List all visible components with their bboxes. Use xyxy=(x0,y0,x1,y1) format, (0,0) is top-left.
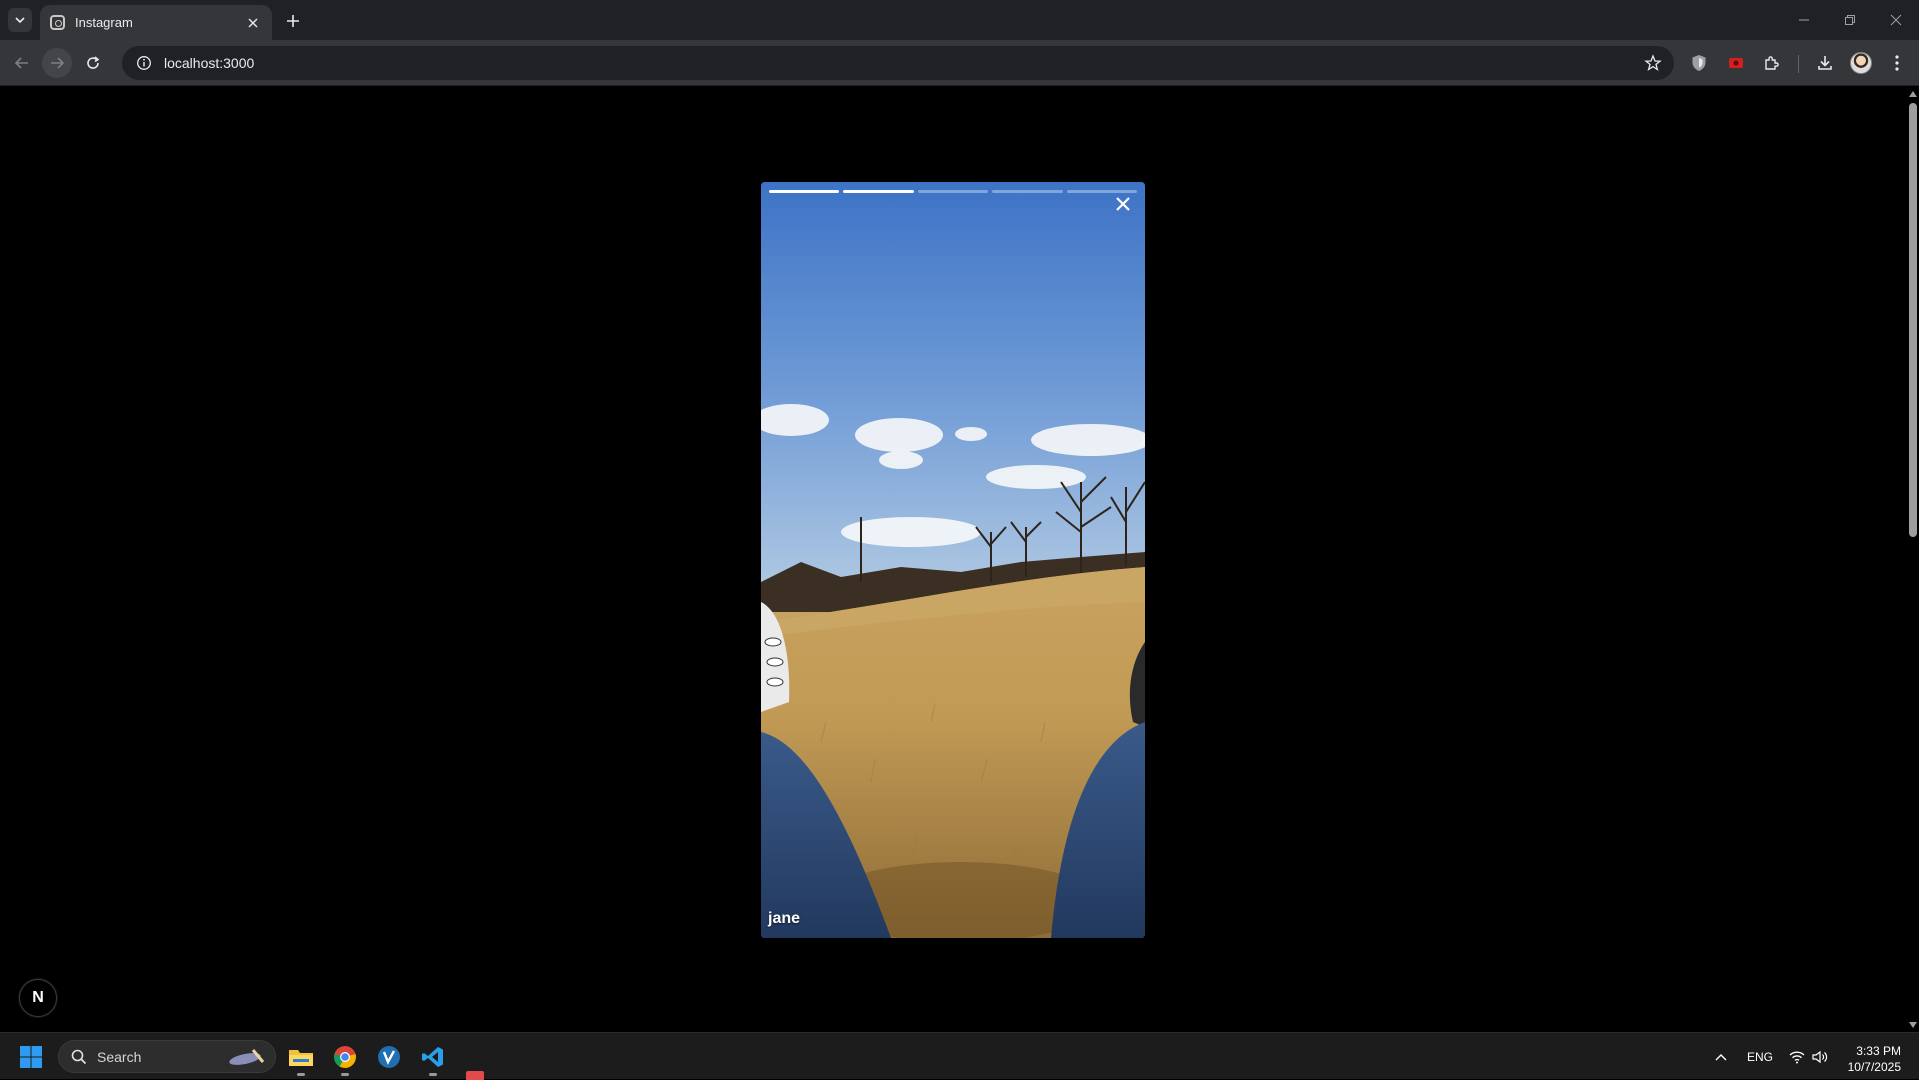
tab-title: Instagram xyxy=(75,15,133,30)
tab-search-button[interactable] xyxy=(8,8,32,32)
more-vertical-icon xyxy=(1895,55,1899,71)
minimize-icon xyxy=(1799,19,1809,21)
windows-logo-icon xyxy=(20,1046,42,1068)
minimize-button[interactable] xyxy=(1781,0,1827,40)
tab-close-button[interactable] xyxy=(244,14,262,32)
app-running-indicator xyxy=(429,1073,437,1076)
v-app-icon xyxy=(378,1046,400,1068)
address-bar[interactable]: localhost:3000 xyxy=(122,46,1674,80)
profile-button[interactable] xyxy=(1846,48,1876,78)
toolbar-separator xyxy=(1798,55,1799,73)
vscode-icon xyxy=(422,1047,443,1067)
forward-button[interactable] xyxy=(42,48,72,78)
taskbar-chrome[interactable] xyxy=(328,1040,362,1076)
bookmark-star-button[interactable] xyxy=(1644,54,1662,77)
chevron-down-icon xyxy=(15,17,25,24)
clock-date: 10/7/2025 xyxy=(1847,1060,1901,1074)
shield-icon xyxy=(1692,55,1706,71)
nextjs-dev-indicator[interactable]: N xyxy=(19,979,57,1017)
taskbar-vscode-alt[interactable] xyxy=(372,1040,406,1074)
dev-badge-letter: N xyxy=(32,989,44,1006)
taskbar-file-explorer[interactable] xyxy=(284,1040,318,1076)
story-viewer[interactable]: jane xyxy=(761,182,1145,938)
back-button[interactable] xyxy=(7,48,37,78)
folder-icon xyxy=(289,1050,313,1066)
scroll-down-arrow[interactable] xyxy=(1909,1022,1917,1028)
windows-taskbar: Search ENG 3:33 PM 10/7/2025 xyxy=(0,1032,1919,1080)
browser-menu-button[interactable] xyxy=(1882,48,1912,78)
reload-button[interactable] xyxy=(78,48,108,78)
star-icon xyxy=(1644,54,1662,71)
story-progress-segment xyxy=(917,190,989,193)
close-window-button[interactable] xyxy=(1873,0,1919,40)
show-hidden-icons-button[interactable] xyxy=(1704,1040,1738,1074)
browser-toolbar: localhost:3000 xyxy=(0,40,1919,86)
story-progress-segment xyxy=(769,190,840,193)
close-icon xyxy=(1116,197,1130,211)
story-progress-fill xyxy=(843,190,914,193)
story-progress-segment xyxy=(843,190,914,193)
plus-icon xyxy=(287,15,299,27)
restore-button[interactable] xyxy=(1827,0,1873,40)
story-username[interactable]: jane xyxy=(768,910,800,928)
extensions-button[interactable] xyxy=(1757,48,1787,78)
search-icon xyxy=(71,1049,87,1064)
speaker-icon xyxy=(1812,1050,1828,1064)
clock-time: 3:33 PM xyxy=(1856,1044,1901,1058)
reload-icon xyxy=(87,56,100,69)
download-icon xyxy=(1818,56,1832,70)
chevron-up-icon xyxy=(1715,1054,1727,1061)
search-highlight-icon xyxy=(229,1048,265,1065)
browser-tab-strip: Instagram xyxy=(0,0,1919,40)
new-tab-button[interactable] xyxy=(280,8,306,34)
avatar xyxy=(1850,52,1872,74)
chrome-icon xyxy=(334,1046,356,1068)
close-icon xyxy=(1890,14,1902,26)
taskbar-search-box[interactable]: Search xyxy=(58,1040,276,1073)
language-indicator[interactable]: ENG xyxy=(1747,1050,1773,1064)
taskbar-clock[interactable]: 3:33 PM 10/7/2025 xyxy=(1848,1043,1901,1075)
taskbar-vscode[interactable] xyxy=(416,1040,450,1076)
start-button[interactable] xyxy=(19,1045,43,1069)
info-icon[interactable] xyxy=(136,55,152,71)
app-running-indicator xyxy=(341,1073,349,1076)
taskbar-search-placeholder: Search xyxy=(97,1048,142,1065)
extension-video-button[interactable] xyxy=(1721,48,1751,78)
close-icon xyxy=(248,18,258,27)
scrollbar-thumb[interactable] xyxy=(1909,103,1917,537)
volume-button[interactable] xyxy=(1803,1040,1837,1074)
scroll-up-arrow[interactable] xyxy=(1909,91,1917,97)
arrow-right-icon xyxy=(51,57,65,69)
arrow-left-icon xyxy=(14,57,28,69)
story-progress-fill xyxy=(769,190,840,193)
instagram-favicon-icon xyxy=(50,15,65,30)
story-progress-segment xyxy=(992,190,1063,193)
page-scrollbar[interactable] xyxy=(1906,87,1919,1032)
story-close-button[interactable] xyxy=(1109,190,1137,218)
window-controls xyxy=(1781,0,1919,40)
url-text: localhost:3000 xyxy=(164,55,255,71)
browser-tab-active[interactable]: Instagram xyxy=(40,5,272,40)
restore-icon xyxy=(1845,15,1855,25)
downloads-button[interactable] xyxy=(1810,48,1840,78)
puzzle-icon xyxy=(1765,56,1779,70)
story-progress-bar xyxy=(769,190,1138,194)
story-image xyxy=(761,182,1145,938)
extension-shield-button[interactable] xyxy=(1684,48,1714,78)
video-record-icon xyxy=(1729,58,1743,68)
app-running-indicator xyxy=(297,1073,305,1076)
